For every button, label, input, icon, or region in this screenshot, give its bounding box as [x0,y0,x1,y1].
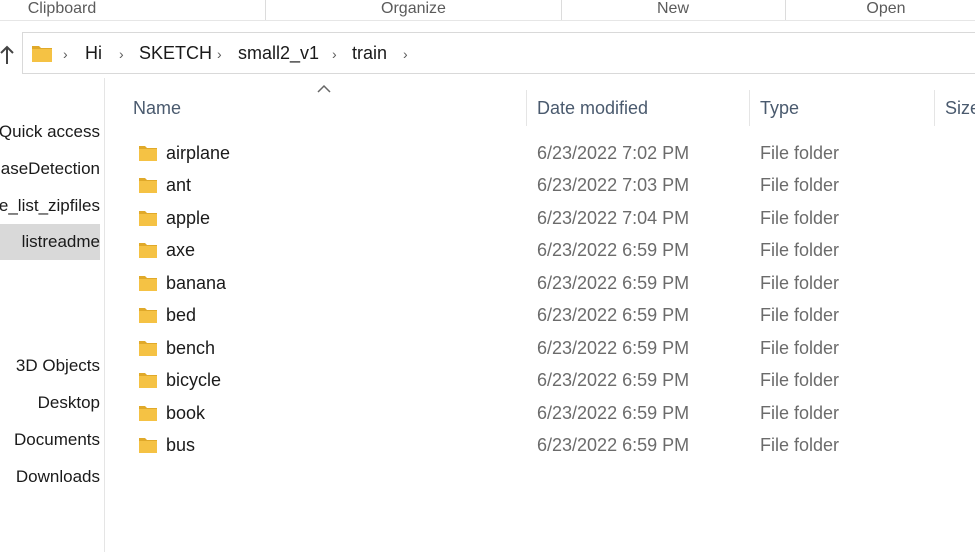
ribbon-group-organize: Organize [381,0,446,17]
breadcrumb-sketch[interactable]: SKETCH [139,43,212,63]
file-type: File folder [760,175,840,195]
chevron-right-icon[interactable]: › [119,44,124,64]
file-date: 6/23/2022 6:59 PM [537,240,690,260]
file-row[interactable]: ant 6/23/2022 7:03 PM File folder [130,169,975,201]
column-header-name[interactable]: Name [133,96,181,120]
file-row[interactable]: bed 6/23/2022 6:59 PM File folder [130,299,975,331]
file-date: 6/23/2022 7:03 PM [537,175,690,195]
file-date: 6/23/2022 6:59 PM [537,273,690,293]
sidebar-item-file-list-zipfiles[interactable]: file_list_zipfiles [0,188,100,224]
file-name: airplane [166,143,231,163]
file-row[interactable]: axe 6/23/2022 6:59 PM File folder [130,234,975,266]
column-header-type[interactable]: Type [760,96,799,120]
chevron-right-icon[interactable]: › [217,44,222,64]
column-header-date-modified[interactable]: Date modified [537,96,648,120]
file-row[interactable]: bus 6/23/2022 6:59 PM File folder [130,429,975,461]
folder-icon [139,211,157,226]
sidebar-item-documents[interactable]: Documents [0,422,100,458]
ribbon-group-new: New [656,0,689,17]
sidebar-item-quick-access[interactable]: Quick access [0,114,100,150]
folder-icon [32,46,52,62]
file-type: File folder [760,403,840,423]
file-name: bench [166,338,216,358]
file-name: ant [166,175,192,195]
file-row[interactable]: apple 6/23/2022 7:04 PM File folder [130,202,975,234]
chevron-right-icon[interactable]: › [403,44,408,64]
file-name: book [166,403,206,423]
file-date: 6/23/2022 6:59 PM [537,305,690,325]
file-row[interactable]: banana 6/23/2022 6:59 PM File folder [130,267,975,299]
file-name: bed [166,305,197,325]
column-separator[interactable] [749,90,750,126]
up-arrow-icon[interactable] [0,44,14,66]
file-row[interactable]: airplane 6/23/2022 7:02 PM File folder [130,137,975,169]
file-type: File folder [760,370,840,390]
folder-icon [139,406,157,421]
file-type: File folder [760,240,840,260]
file-type: File folder [760,338,840,358]
folder-icon [139,243,157,258]
file-row[interactable]: bench 6/23/2022 6:59 PM File folder [130,332,975,364]
folder-icon [139,373,157,388]
sidebar-item-3d-objects[interactable]: 3D Objects [0,348,100,384]
file-date: 6/23/2022 7:04 PM [537,208,690,228]
file-type: File folder [760,305,840,325]
file-row[interactable]: book 6/23/2022 6:59 PM File folder [130,397,975,429]
sidebar-item-listreadme[interactable]: listreadme [0,224,100,260]
file-name: banana [166,273,227,293]
folder-icon [139,178,157,193]
breadcrumb-hi[interactable]: Hi [85,43,102,63]
folder-icon [139,438,157,453]
folder-icon [139,341,157,356]
file-type: File folder [760,208,840,228]
address-bar[interactable]: › Hi › SKETCH › small2_v1 › train › [22,32,975,74]
ribbon-group-labels: Clipboard Organize New Open [0,0,975,21]
chevron-right-icon[interactable]: › [332,44,337,64]
file-name: bus [166,435,196,455]
folder-icon [139,146,157,161]
file-name: axe [166,240,196,260]
navigation-pane: Quick access DiseaseDetection file_list_… [0,78,105,552]
file-type: File folder [760,273,840,293]
sidebar-item-desktop[interactable]: Desktop [0,385,100,421]
file-name: bicycle [166,370,222,390]
file-date: 6/23/2022 6:59 PM [537,435,690,455]
file-name: apple [166,208,211,228]
column-separator[interactable] [934,90,935,126]
sort-ascending-icon [317,84,331,93]
breadcrumb-train[interactable]: train [352,43,387,63]
column-separator[interactable] [526,90,527,126]
file-date: 6/23/2022 6:59 PM [537,403,690,423]
file-type: File folder [760,143,840,163]
breadcrumb-small2-v1[interactable]: small2_v1 [238,43,319,63]
ribbon-group-open: Open [866,0,906,17]
sidebar-item-downloads[interactable]: Downloads [0,459,100,495]
file-date: 6/23/2022 6:59 PM [537,338,690,358]
column-header-size[interactable]: Size [945,96,975,120]
ribbon-group-clipboard: Clipboard [27,0,97,17]
folder-icon [139,276,157,291]
file-date: 6/23/2022 6:59 PM [537,370,690,390]
file-date: 6/23/2022 7:02 PM [537,143,690,163]
folder-icon [139,308,157,323]
file-type: File folder [760,435,840,455]
file-row[interactable]: bicycle 6/23/2022 6:59 PM File folder [130,364,975,396]
sidebar-item-diseasedetection[interactable]: DiseaseDetection [0,151,100,187]
chevron-right-icon[interactable]: › [63,44,68,64]
